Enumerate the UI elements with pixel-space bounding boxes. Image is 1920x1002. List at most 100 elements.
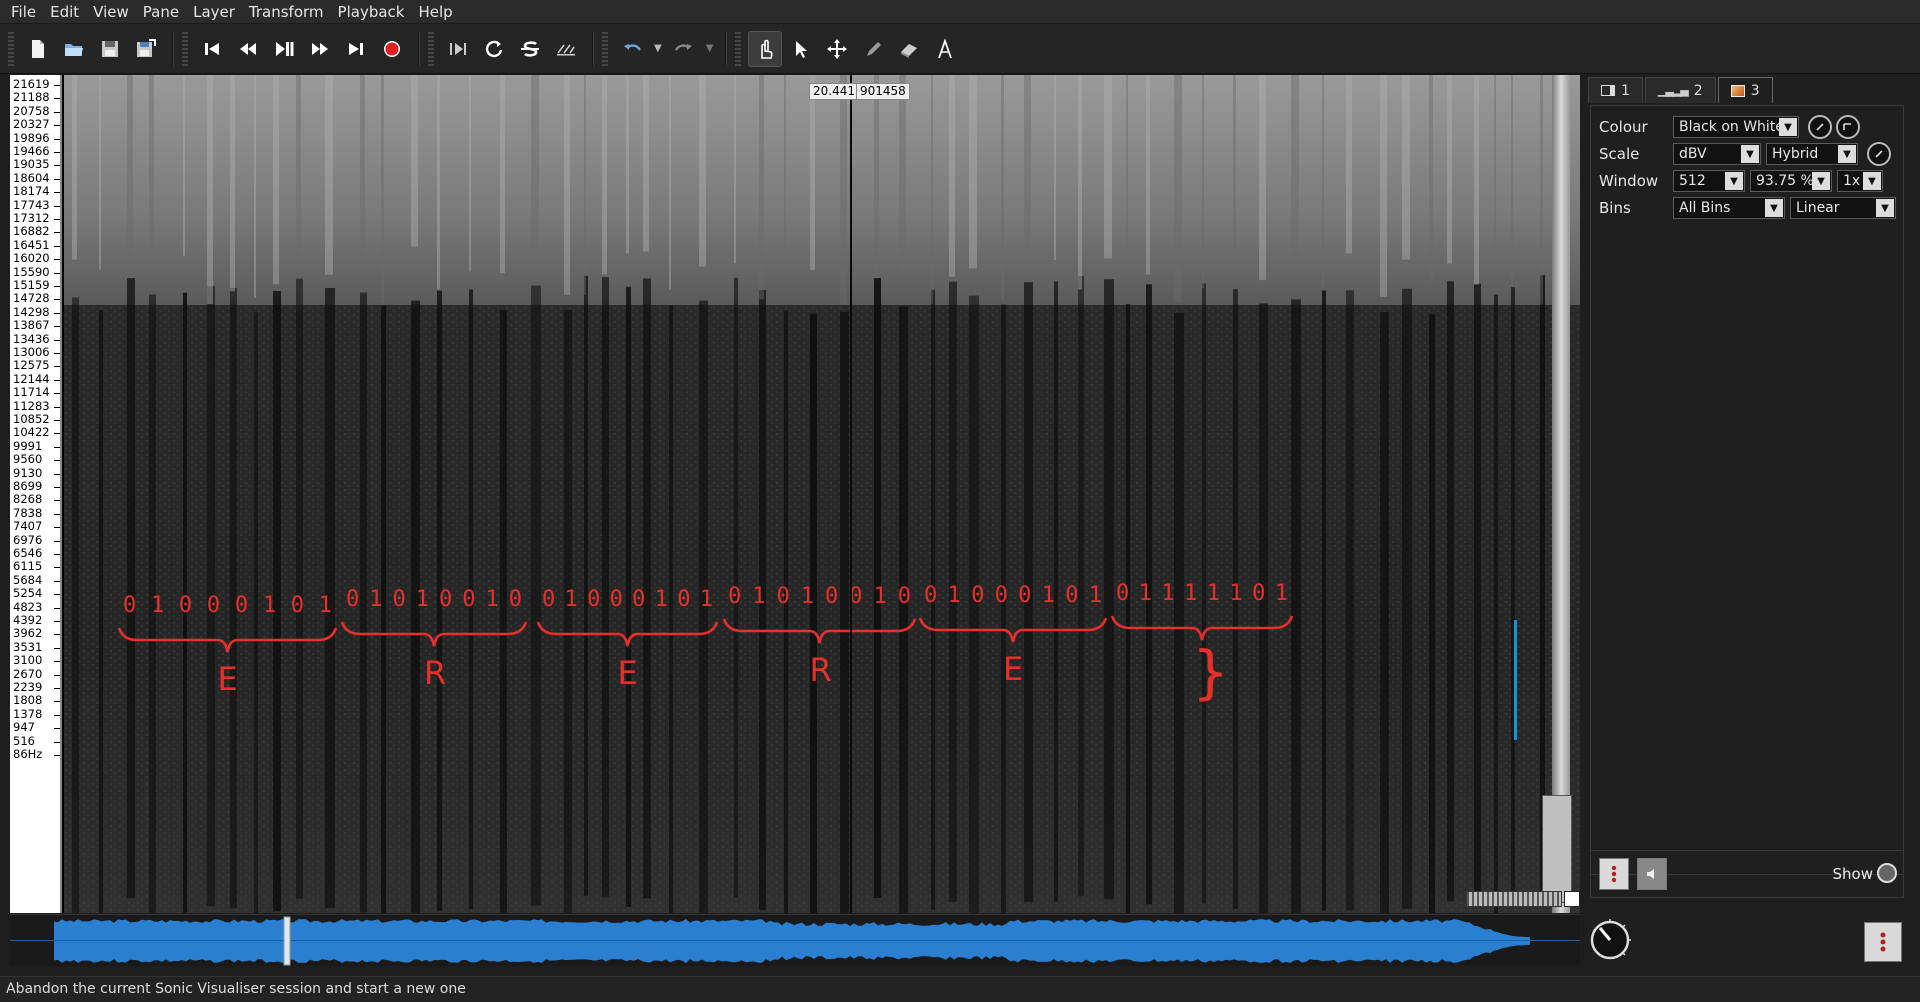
frequency-tick-label: 3100 [13, 653, 43, 668]
toolbar-grip[interactable] [182, 31, 188, 66]
erase-tool-button[interactable] [892, 31, 926, 67]
toolbar-grip[interactable] [428, 31, 434, 66]
measure-tool-button[interactable] [928, 31, 962, 67]
frequency-scale-select[interactable]: Linear ▼ [1790, 197, 1896, 219]
new-session-button[interactable] [21, 31, 55, 67]
letter-annotation: E [218, 660, 238, 698]
toolbar-grip[interactable] [735, 31, 742, 66]
menu-help[interactable]: Help [411, 0, 459, 24]
property-panel: 1 ▁▃▂▄ 2 3 Colour Black on White ▼ Scale… [1584, 75, 1920, 975]
fast-forward-end-button[interactable] [339, 31, 373, 67]
frequency-tick-label: 9991 [13, 438, 43, 453]
speaker-icon [1647, 869, 1654, 879]
oversample-select[interactable]: 1x ▼ [1837, 170, 1883, 192]
frequency-tick-mark [54, 500, 60, 502]
colour-value: Black on White [1679, 119, 1784, 135]
vertical-scroll-thumb[interactable] [1542, 795, 1572, 903]
menu-pane[interactable]: Pane [136, 0, 186, 24]
vertical-zoom-bar[interactable] [1552, 75, 1570, 913]
scale-select[interactable]: dBV ▼ [1673, 143, 1761, 165]
play-layer-button[interactable] [1637, 858, 1667, 890]
playback-speed-dial[interactable] [1588, 918, 1632, 962]
bin-display-select[interactable]: All Bins ▼ [1673, 197, 1785, 219]
tab-pane[interactable]: 1 [1588, 77, 1643, 103]
colour-rotation-dial[interactable] [1808, 115, 1832, 139]
colour-select[interactable]: Black on White ▼ [1673, 116, 1799, 138]
rewind-start-button[interactable] [195, 31, 229, 67]
frequency-tick-label: 1378 [13, 706, 43, 721]
frequency-tick-label: 13867 [13, 318, 50, 333]
frequency-scale-value: Linear [1796, 200, 1840, 216]
chevron-down-icon: ▼ [1876, 199, 1894, 217]
spectrogram-layer-icon [1730, 84, 1745, 97]
tab-spectrogram-layer[interactable]: 3 [1717, 77, 1773, 103]
waveform-overview[interactable] [10, 914, 1580, 966]
undo-menu-icon[interactable]: ▼ [654, 43, 662, 54]
frequency-tick-label: 13006 [13, 345, 50, 359]
menu-view[interactable]: View [86, 0, 136, 24]
overview-view-window[interactable] [283, 916, 291, 966]
solo-button[interactable] [513, 31, 547, 67]
frequency-tick-mark [54, 540, 60, 542]
toolbar: ▼ ▼ [0, 24, 1920, 74]
gain-dial[interactable] [1867, 142, 1891, 166]
colour-threshold-dial[interactable] [1836, 115, 1860, 139]
open-button[interactable] [57, 31, 91, 67]
spectrogram-pane[interactable]: 21619 21188 20758 20327 19896 19466 19035 18604… [10, 75, 1580, 913]
menu-transform[interactable]: Transform [242, 0, 331, 24]
window-size-select[interactable]: 512 ▼ [1673, 170, 1745, 192]
draw-tool-button[interactable] [856, 31, 890, 67]
rewind-button[interactable] [231, 31, 265, 67]
redo-menu-icon[interactable]: ▼ [706, 43, 714, 54]
dial-icon [1590, 919, 1631, 960]
frequency-tick-mark [54, 192, 60, 194]
toolbar-grip[interactable] [602, 31, 608, 66]
frequency-tick-mark [54, 339, 60, 341]
draw-tool-icon [867, 41, 882, 56]
menu-edit[interactable]: Edit [43, 0, 86, 24]
playback-gain-button[interactable] [1864, 922, 1902, 962]
play-pause-button[interactable] [267, 31, 301, 67]
undo-button[interactable] [615, 31, 649, 67]
fast-forward-button[interactable] [303, 31, 337, 67]
zoom-reset-button[interactable] [1564, 891, 1580, 907]
frequency-tick-mark [54, 272, 60, 274]
frequency-tick-label: 11714 [13, 385, 50, 400]
spectrogram-canvas[interactable]: 01000101 E 01010010 R 01000101 E 01010010 R 0100… [64, 75, 1580, 913]
frequency-tick-label: 18174 [13, 184, 50, 199]
show-layer-toggle[interactable] [1877, 863, 1897, 883]
frequency-tick-label: 1808 [13, 693, 43, 708]
menu-layer[interactable]: Layer [186, 0, 242, 24]
play-selection-button[interactable] [441, 31, 475, 67]
loop-icon [485, 40, 503, 57]
frequency-tick-label: 21619 [13, 77, 50, 91]
horizontal-zoom-thumbwheel[interactable] [1466, 891, 1562, 907]
rewind-icon [240, 42, 256, 55]
play-pause-icon [276, 41, 294, 56]
navigate-tool-button[interactable] [748, 30, 783, 67]
normalization-select[interactable]: Hybrid ▼ [1766, 143, 1858, 165]
oversample-value: 1x [1843, 173, 1861, 189]
frequency-tick-mark [54, 406, 60, 408]
tab-waveform-layer[interactable]: ▁▃▂▄ 2 [1644, 77, 1716, 103]
select-tool-button[interactable] [784, 31, 818, 67]
save-as-button[interactable] [129, 31, 163, 67]
move-tool-button[interactable] [820, 31, 854, 67]
menu-playback[interactable]: Playback [331, 0, 412, 24]
chevron-down-icon: ▼ [1863, 172, 1881, 190]
window-overlap-select[interactable]: 93.75 % ▼ [1750, 170, 1832, 192]
loop-button[interactable] [477, 31, 511, 67]
follow-playback-button[interactable] [549, 31, 583, 67]
record-button[interactable] [375, 31, 409, 67]
selection-marker[interactable] [1514, 620, 1517, 740]
redo-button[interactable] [667, 31, 701, 67]
chevron-down-icon: ▼ [1838, 145, 1856, 163]
playhead-line[interactable] [850, 75, 852, 913]
frequency-tick-label: 947 [13, 720, 35, 735]
menu-file[interactable]: File [4, 0, 43, 24]
save-as-icon [137, 38, 156, 57]
save-button[interactable] [93, 31, 127, 67]
layer-color-button[interactable] [1599, 858, 1629, 890]
toolbar-grip[interactable] [8, 31, 14, 66]
frequency-tick-label: 15159 [13, 278, 50, 292]
